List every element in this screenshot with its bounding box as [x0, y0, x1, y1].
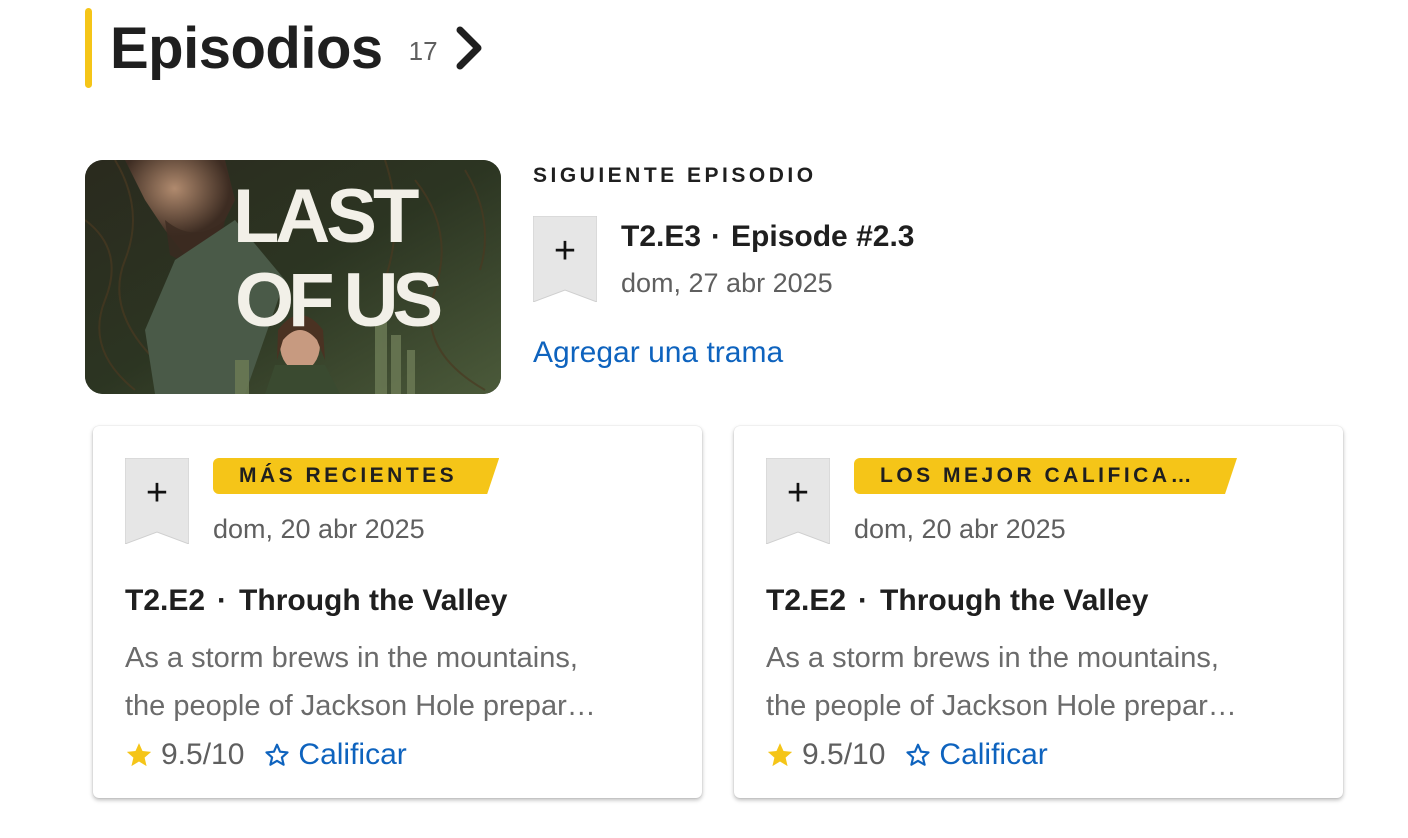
rate-button[interactable]: Calificar: [264, 738, 407, 772]
episode-code: T2.E3: [621, 220, 702, 253]
episode-title: Episode #2.3: [731, 220, 915, 253]
episode-card-top-rated[interactable]: + LOS MEJOR CALIFICA… dom, 20 abr 2025 T…: [734, 426, 1343, 798]
episode-code: T2.E2: [125, 584, 206, 617]
add-to-watchlist-button[interactable]: +: [766, 458, 830, 544]
episode-air-date: dom, 20 abr 2025: [854, 514, 1066, 544]
title-separator: ·: [217, 584, 228, 617]
poster-title-line2: OF US: [235, 258, 441, 343]
status-badge: MÁS RECIENTES: [213, 458, 499, 494]
star-filled-icon: [126, 743, 152, 767]
rate-label: Calificar: [939, 738, 1048, 771]
plus-icon: +: [786, 472, 810, 514]
episode-title: Through the Valley: [239, 584, 508, 617]
plus-icon: +: [145, 472, 169, 514]
star-outline-icon: [265, 743, 290, 766]
status-badge: LOS MEJOR CALIFICA…: [854, 458, 1237, 494]
add-plot-link[interactable]: Agregar una trama: [533, 336, 783, 370]
episode-title-row[interactable]: T2.E2 · Through the Valley: [125, 584, 507, 618]
description-line-1: As a storm brews in the mountains,: [766, 642, 1219, 674]
episode-count: 17: [408, 35, 438, 66]
episode-card-latest[interactable]: + MÁS RECIENTES dom, 20 abr 2025 T2.E2 · T…: [93, 426, 702, 798]
star-filled-icon: [767, 743, 793, 767]
add-to-watchlist-button[interactable]: +: [533, 216, 597, 302]
rate-label: Calificar: [298, 738, 407, 771]
next-episode-info: SIGUIENTE EPISODIO + T2.E3 · Episode #2.3 …: [533, 160, 914, 369]
plus-icon: +: [553, 230, 577, 272]
rating-row: 9.5/10 Calificar: [766, 738, 1048, 772]
chevron-right-icon[interactable]: [452, 24, 486, 72]
episode-description: As a storm brews in the mountains, the p…: [125, 634, 673, 730]
rating-row: 9.5/10 Calificar: [125, 738, 407, 772]
description-line-2: the people of Jackson Hole prepar…: [766, 690, 1237, 722]
star-outline-icon: [906, 743, 931, 766]
episode-title: Through the Valley: [880, 584, 1149, 617]
section-title[interactable]: Episodios: [110, 15, 383, 82]
rating-value: 9.5/10: [161, 738, 245, 771]
title-separator: ·: [711, 220, 722, 253]
episode-description: As a storm brews in the mountains, the p…: [766, 634, 1314, 730]
poster-title-line1: LAST: [233, 174, 419, 259]
episode-title-row[interactable]: T2.E2 · Through the Valley: [766, 584, 1148, 618]
rating-value: 9.5/10: [802, 738, 886, 771]
description-line-1: As a storm brews in the mountains,: [125, 642, 578, 674]
description-line-2: the people of Jackson Hole prepar…: [125, 690, 596, 722]
header-accent-bar: [85, 8, 92, 88]
next-episode-title-row[interactable]: T2.E3 · Episode #2.3: [621, 220, 914, 254]
episode-thumbnail[interactable]: LAST OF US: [85, 160, 501, 394]
title-separator: ·: [858, 584, 869, 617]
episode-air-date: dom, 20 abr 2025: [213, 514, 425, 544]
add-to-watchlist-button[interactable]: +: [125, 458, 189, 544]
rate-button[interactable]: Calificar: [905, 738, 1048, 772]
section-header: Episodios 17: [85, 8, 486, 88]
episode-air-date: dom, 27 abr 2025: [621, 268, 833, 298]
episode-code: T2.E2: [766, 584, 847, 617]
next-episode-kicker: SIGUIENTE EPISODIO: [533, 164, 817, 187]
